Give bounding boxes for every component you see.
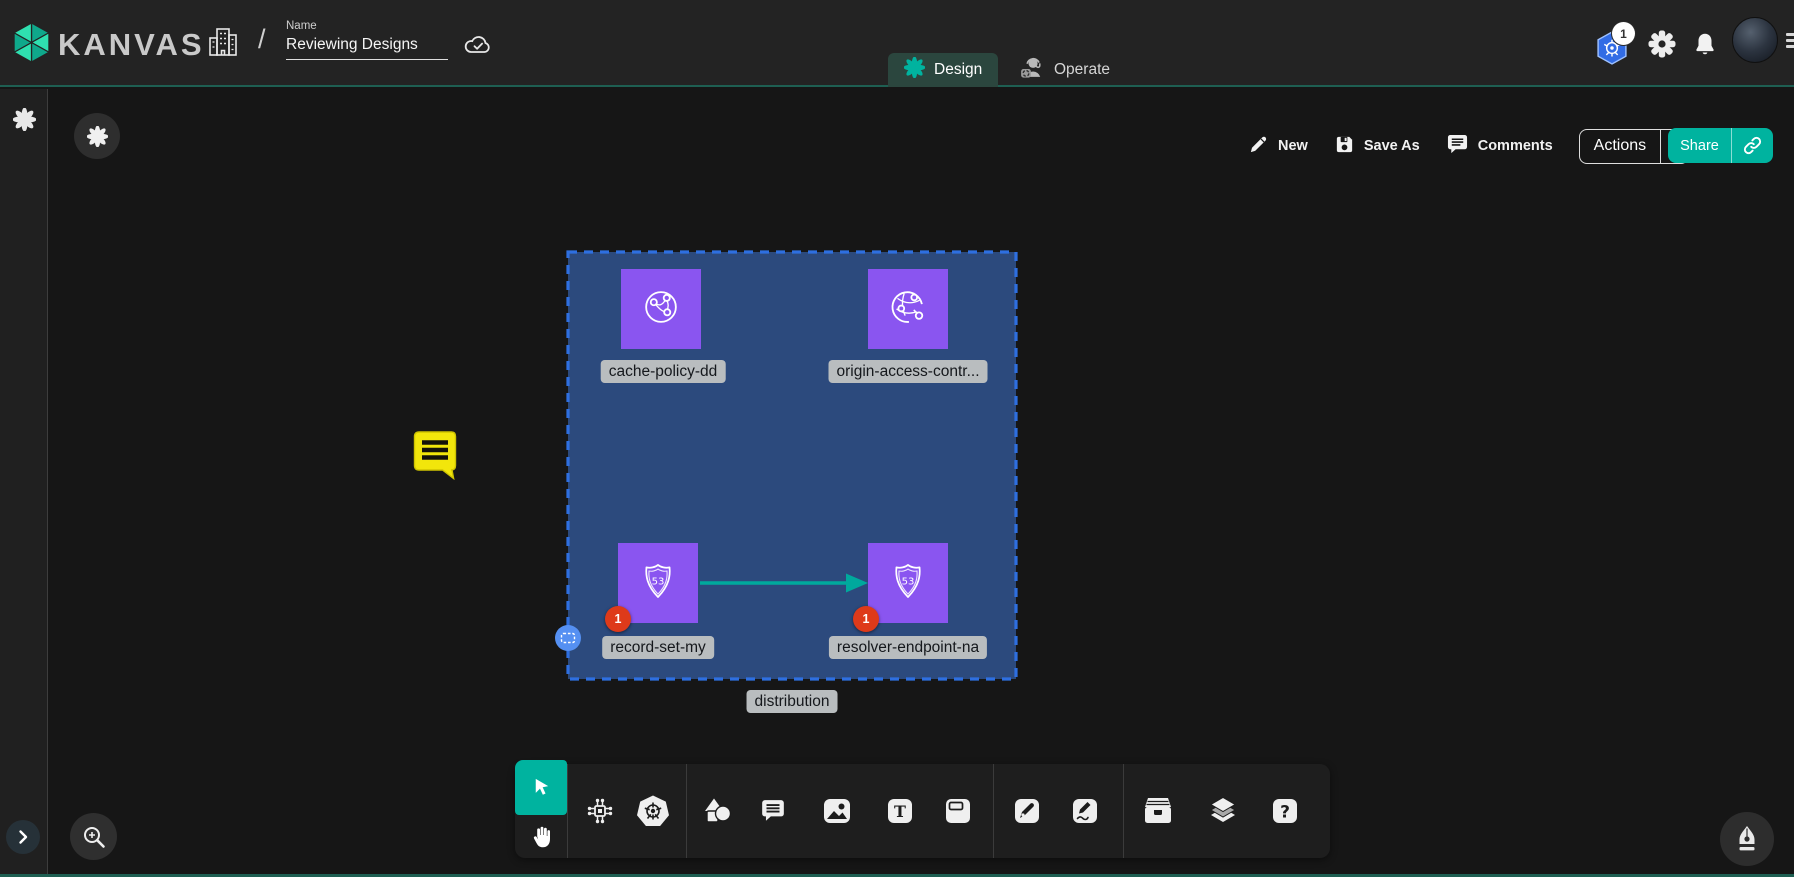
- pen-nib-button[interactable]: [1720, 812, 1774, 866]
- comments-button[interactable]: Comments: [1446, 134, 1553, 159]
- select-tool[interactable]: [515, 760, 567, 815]
- group-edge-handle[interactable]: [555, 625, 581, 651]
- shapes-tool[interactable]: [695, 788, 741, 834]
- logo-wordmark: KANVAS: [58, 27, 205, 63]
- organization-icon[interactable]: [208, 26, 238, 63]
- panel-tool[interactable]: [935, 788, 981, 834]
- node-origin-access-control[interactable]: [868, 269, 948, 349]
- zoom-in-button[interactable]: [70, 813, 117, 860]
- operator-icon: [1018, 55, 1045, 85]
- pan-hand-tool[interactable]: [515, 816, 567, 858]
- toolbar-divider: [1123, 764, 1124, 858]
- tab-operate-label: Operate: [1054, 61, 1110, 79]
- kanvas-logo[interactable]: KANVAS: [13, 22, 205, 68]
- svg-text:T: T: [894, 802, 906, 821]
- toolbar-divider: [567, 764, 568, 858]
- left-sidebar: [0, 89, 48, 877]
- node-badge-record-set[interactable]: 1: [605, 606, 631, 632]
- design-drawer-tool[interactable]: [1135, 788, 1181, 834]
- actions-dropdown-label: Actions: [1580, 130, 1660, 163]
- node-record-set[interactable]: 53: [618, 543, 698, 623]
- node-label-record-set: record-set-my: [602, 636, 714, 659]
- image-tool[interactable]: [814, 788, 860, 834]
- cloudfront-cache-policy-icon: [638, 284, 684, 335]
- new-button[interactable]: New: [1248, 134, 1308, 159]
- node-label-resolver-endpoint: resolver-endpoint-na: [829, 636, 987, 659]
- layers-tool[interactable]: [1200, 788, 1246, 834]
- node-label-cache-policy: cache-policy-dd: [601, 360, 726, 383]
- toolbar-divider: [686, 764, 687, 858]
- design-name-input[interactable]: [286, 34, 448, 60]
- notifications-bell-icon[interactable]: [1692, 31, 1718, 62]
- cloudfront-origin-access-icon: [885, 284, 931, 335]
- overflow-menu-icon[interactable]: [1786, 33, 1794, 51]
- sidebar-expand-button[interactable]: [6, 820, 40, 854]
- canvas-toolbar: T: [515, 764, 1330, 858]
- comments-button-label: Comments: [1478, 138, 1553, 154]
- app-header: KANVAS / Name: [0, 0, 1794, 87]
- kubernetes-context-badge: 1: [1612, 22, 1635, 45]
- pencil-scribble-tool[interactable]: [1062, 788, 1108, 834]
- design-action-bar: New Save As Comments: [1248, 128, 1689, 164]
- node-resolver-endpoint[interactable]: 53: [868, 543, 948, 623]
- design-name-field: Name: [286, 20, 448, 60]
- pencil-icon: [1248, 134, 1269, 159]
- components-tool[interactable]: [577, 788, 623, 834]
- svg-text:?: ?: [1280, 803, 1290, 823]
- tab-design[interactable]: Design: [888, 53, 998, 87]
- comment-bubble-icon: [1446, 134, 1469, 159]
- kanvas-app: KANVAS / Name: [0, 0, 1794, 877]
- copy-link-button[interactable]: [1731, 128, 1773, 163]
- text-tool[interactable]: T: [877, 788, 923, 834]
- group-label-distribution: distribution: [747, 690, 838, 713]
- design-name-label: Name: [286, 20, 448, 32]
- route53-resolver-endpoint-icon: 53: [886, 559, 930, 608]
- share-button-label: Share: [1668, 128, 1731, 163]
- user-avatar[interactable]: [1732, 17, 1778, 63]
- save-as-button[interactable]: Save As: [1334, 134, 1420, 159]
- node-cache-policy[interactable]: [621, 269, 701, 349]
- comment-tool[interactable]: [750, 788, 796, 834]
- kanvas-hexagon-icon: [13, 22, 50, 68]
- floppy-disk-icon: [1334, 134, 1355, 159]
- cloud-saved-icon: [463, 33, 493, 62]
- svg-text:53: 53: [902, 576, 915, 587]
- save-as-button-label: Save As: [1364, 138, 1420, 154]
- canvas-comment-marker-icon[interactable]: [412, 429, 458, 485]
- node-label-origin-access-control: origin-access-contr...: [829, 360, 988, 383]
- toolbar-divider: [993, 764, 994, 858]
- svg-text:53: 53: [652, 576, 665, 587]
- tab-design-label: Design: [934, 61, 982, 79]
- meshery-spiral-icon[interactable]: [13, 108, 36, 136]
- kubernetes-tool[interactable]: [630, 788, 676, 834]
- route53-record-set-icon: 53: [636, 559, 680, 608]
- canvas-settings-button[interactable]: [74, 113, 120, 159]
- tab-operate[interactable]: Operate: [1002, 53, 1126, 87]
- node-badge-resolver-endpoint[interactable]: 1: [853, 606, 879, 632]
- share-button[interactable]: Share: [1668, 128, 1773, 163]
- pen-tool[interactable]: [1004, 788, 1050, 834]
- settings-gear-icon[interactable]: [1648, 30, 1676, 63]
- design-spiral-icon: [904, 57, 925, 83]
- help-tool[interactable]: ?: [1262, 788, 1308, 834]
- edge-record-set-to-resolver[interactable]: [696, 568, 874, 598]
- breadcrumb-separator: /: [258, 24, 266, 55]
- new-button-label: New: [1278, 138, 1308, 154]
